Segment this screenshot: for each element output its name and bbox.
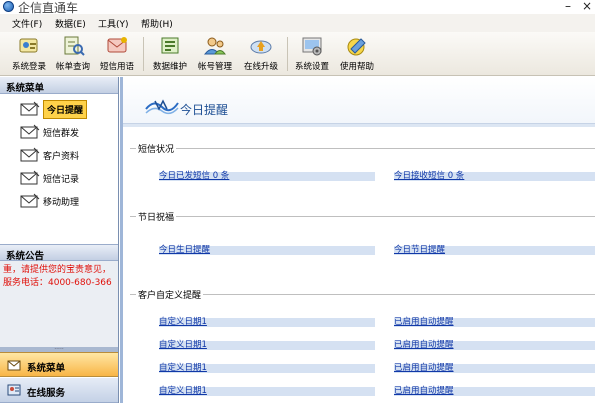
- system-settings-label: 系统设置: [294, 62, 329, 72]
- sidebar-item-label: 短信记录: [43, 175, 80, 185]
- notice-text: 重，请提供您的宝贵意见，服务电话：4000-680-366: [0, 261, 118, 347]
- sms-status-group: 短信状况 今日已发短信 0 条 今日接收短信 0 条: [130, 142, 595, 198]
- wave-logo-icon: [145, 95, 179, 118]
- page-title: 今日提醒: [180, 103, 229, 117]
- menu-file[interactable]: 文件(F): [12, 17, 42, 30]
- sidebar-item-label: 今日提醒: [43, 100, 88, 119]
- data-maintenance-label: 数据维护: [152, 62, 187, 72]
- online-upgrade-icon: [249, 35, 273, 57]
- sms-phrases-button[interactable]: 短信用语: [95, 34, 139, 74]
- help-button[interactable]: 使用帮助: [335, 34, 379, 74]
- sidebar: 系统菜单 今日提醒 短信群发 客户资料 短信记录 移动助理 系统公告 重，请提供…: [0, 77, 119, 403]
- notice-header: 系统公告: [0, 244, 118, 262]
- sms-phrases-label: 短信用语: [99, 62, 134, 72]
- sms-phrases-icon: [105, 35, 129, 57]
- custom-date-link[interactable]: 自定义日期1: [159, 364, 375, 373]
- toolbar: 系统登录 帐单查询 短信用语 数据维护 帐号管理 在线升级 系统设置 使用帮助: [0, 32, 595, 76]
- auto-reminder-link[interactable]: 已启用自动提醒: [394, 364, 595, 373]
- sidebar-menu: 今日提醒 短信群发 客户资料 短信记录 移动助理: [0, 94, 118, 244]
- tab-system-menu[interactable]: 系统菜单: [0, 352, 118, 377]
- online-upgrade-button[interactable]: 在线升级: [239, 34, 283, 74]
- auto-reminder-link[interactable]: 已启用自动提醒: [394, 387, 595, 396]
- sidebar-menu-header: 系统菜单: [0, 77, 118, 94]
- login-icon: [17, 35, 41, 57]
- sidebar-item-label: 短信群发: [43, 129, 80, 139]
- custom-date-link[interactable]: 自定义日期1: [159, 318, 375, 327]
- envelope-icon: [20, 193, 40, 209]
- birthday-reminder-link[interactable]: 今日生日提醒: [159, 246, 375, 255]
- menu-data[interactable]: 数据(E): [55, 17, 86, 30]
- tab-online-service[interactable]: 在线服务: [0, 378, 118, 403]
- close-button[interactable]: ×: [582, 0, 592, 13]
- banner-divider: [123, 124, 595, 127]
- sent-today-link[interactable]: 今日已发短信 0 条: [159, 172, 375, 181]
- data-maintenance-icon: [158, 35, 182, 57]
- login-label: 系统登录: [11, 62, 46, 72]
- envelope-icon: [20, 124, 40, 140]
- account-management-button[interactable]: 帐号管理: [193, 34, 237, 74]
- system-settings-button[interactable]: 系统设置: [290, 34, 334, 74]
- auto-reminder-link[interactable]: 已启用自动提醒: [394, 318, 595, 327]
- envelope-icon: [7, 358, 21, 372]
- envelope-icon: [20, 101, 40, 117]
- system-settings-icon: [300, 35, 324, 57]
- menu-tools[interactable]: 工具(Y): [98, 17, 129, 30]
- envelope-icon: [20, 170, 40, 186]
- festival-reminder-link[interactable]: 今日节日提醒: [394, 246, 595, 255]
- minimize-button[interactable]: –: [565, 0, 571, 13]
- toolbar-separator: [143, 37, 144, 71]
- custom-date-link[interactable]: 自定义日期1: [159, 387, 375, 396]
- help-icon: [345, 35, 369, 57]
- account-management-label: 帐号管理: [197, 62, 232, 72]
- holiday-greetings-group: 节日祝福 今日生日提醒 今日节日提醒: [130, 210, 595, 266]
- group-title: 节日祝福: [136, 210, 177, 223]
- tab-label: 在线服务: [27, 388, 66, 399]
- page-banner: 今日提醒: [123, 77, 595, 124]
- custom-date-link[interactable]: 自定义日期1: [159, 341, 375, 350]
- title-bar: 企信直通车 – ×: [0, 0, 595, 15]
- toolbar-separator: [287, 37, 288, 71]
- auto-reminder-link[interactable]: 已启用自动提醒: [394, 341, 595, 350]
- sidebar-item-label: 移动助理: [43, 198, 80, 208]
- bill-query-icon: [61, 35, 85, 57]
- menu-bar: 文件(F) 数据(E) 工具(Y) 帮助(H): [0, 14, 595, 32]
- help-label: 使用帮助: [339, 62, 374, 72]
- online-upgrade-label: 在线升级: [243, 62, 278, 72]
- bill-query-button[interactable]: 帐单查询: [51, 34, 95, 74]
- bill-query-label: 帐单查询: [55, 62, 90, 72]
- main-panel: 今日提醒 短信状况 今日已发短信 0 条 今日接收短信 0 条 节日祝福 今日生…: [120, 77, 595, 403]
- group-title: 客户自定义提醒: [136, 288, 204, 301]
- account-management-icon: [203, 35, 227, 57]
- envelope-icon: [20, 147, 40, 163]
- group-title: 短信状况: [136, 142, 177, 155]
- sidebar-item-label: 客户资料: [43, 152, 80, 162]
- custom-reminder-group: 客户自定义提醒 自定义日期1 已启用自动提醒 自定义日期1 已启用自动提醒 自定…: [130, 288, 595, 403]
- data-maintenance-button[interactable]: 数据维护: [148, 34, 192, 74]
- tab-label: 系统菜单: [27, 363, 66, 374]
- app-logo-icon: [3, 1, 14, 12]
- menu-help[interactable]: 帮助(H): [141, 17, 173, 30]
- received-today-link[interactable]: 今日接收短信 0 条: [394, 172, 595, 181]
- login-button[interactable]: 系统登录: [7, 34, 51, 74]
- user-card-icon: [7, 383, 21, 397]
